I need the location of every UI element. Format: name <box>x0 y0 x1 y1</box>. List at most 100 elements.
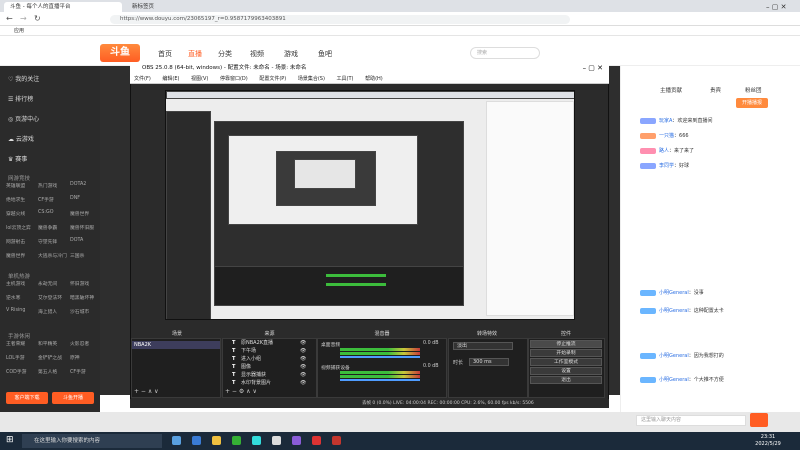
source-item[interactable]: T 显示器捕获 👁 <box>232 371 306 379</box>
sidebar-category-link[interactable]: CF手游 <box>38 196 54 203</box>
source-item[interactable]: T 水印背景图片 👁 <box>232 379 306 387</box>
sidebar-item-cloudgame[interactable]: ☁ 云游戏 <box>8 134 34 143</box>
site-search-input[interactable]: 搜索 <box>470 47 540 59</box>
window-controls[interactable]: – ▢ ✕ <box>760 2 800 12</box>
sidebar-category-link[interactable]: 三国杀 <box>70 252 84 259</box>
back-icon[interactable]: ← <box>6 14 13 23</box>
settings-button[interactable]: 设置 <box>530 367 602 375</box>
chat-username[interactable]: 路人 <box>659 148 669 154</box>
sidebar-category-link[interactable]: 守望先锋 <box>38 238 57 245</box>
visibility-icon[interactable]: 👁 <box>300 339 306 347</box>
obs-window-controls[interactable]: – ▢ ✕ <box>583 62 603 74</box>
address-bar[interactable]: https://www.douyu.com/23065197_r=0.95871… <box>110 14 570 24</box>
chat-username[interactable]: 小明General <box>659 308 689 314</box>
obs-menu-scene-collection[interactable]: 场景集合(S) <box>298 76 325 82</box>
app2-icon[interactable] <box>332 436 341 445</box>
sidebar-category-link[interactable]: 火影忍者 <box>70 340 89 347</box>
exit-button[interactable]: 退出 <box>530 376 602 384</box>
tab-contribution[interactable]: 主播贡献 <box>660 86 682 94</box>
source-item[interactable]: T 原NBA2K直播 👁 <box>232 339 306 347</box>
sidebar-category-link[interactable]: 绝地求生 <box>6 196 25 203</box>
sidebar-item-webgames[interactable]: ◎ 页游中心 <box>8 114 39 123</box>
obs-menu-docks[interactable]: 停靠窗口(D) <box>220 76 248 82</box>
sidebar-category-link[interactable]: 大逃杀与冷门 <box>38 252 67 259</box>
sidebar-category-link[interactable]: 艾尔登法环 <box>38 294 62 301</box>
sidebar-category-link[interactable]: lol云顶之弈 <box>6 224 31 231</box>
obs-menu-tools[interactable]: 工具(T) <box>337 76 354 82</box>
obs-menu-edit[interactable]: 编辑(E) <box>162 76 179 82</box>
chat-input[interactable]: 这里输入聊天内容 <box>636 415 746 426</box>
nav-yuba[interactable]: 鱼吧 <box>318 49 332 59</box>
nav-games[interactable]: 游戏 <box>284 49 298 59</box>
sidebar-category-link[interactable]: 怀旧游戏 <box>70 280 89 287</box>
sidebar-category-link[interactable]: 沙石城市 <box>70 308 89 315</box>
volume-slider-capture[interactable] <box>340 379 420 381</box>
start-stream-button[interactable]: 斗鱼开播 <box>52 392 94 404</box>
sidebar-category-link[interactable]: DNF <box>70 196 80 201</box>
sidebar-category-link[interactable]: 金铲铲之战 <box>38 354 62 361</box>
visibility-icon[interactable]: 👁 <box>300 379 306 387</box>
file-explorer-icon[interactable] <box>212 436 221 445</box>
chat-username[interactable]: 小明General <box>659 290 689 296</box>
chat-username[interactable]: 玩家A <box>659 118 672 124</box>
sidebar-category-link[interactable]: CF手游 <box>70 368 86 375</box>
sidebar-category-link[interactable]: V Rising <box>6 308 25 313</box>
send-button[interactable] <box>750 413 768 427</box>
sidebar-category-link[interactable]: 主机游戏 <box>6 280 25 287</box>
douyu-logo[interactable]: 斗鱼 <box>100 44 140 62</box>
chat-username[interactable]: 小明General <box>659 353 689 359</box>
sidebar-category-link[interactable]: 穿越火线 <box>6 210 25 217</box>
chat-username[interactable]: 一只猫 <box>659 133 674 139</box>
sidebar-category-link[interactable]: 暗黑破坏神 <box>70 294 94 301</box>
sidebar-item-events[interactable]: ♛ 赛事 <box>8 154 27 163</box>
edge-icon[interactable] <box>192 436 201 445</box>
sidebar-category-link[interactable]: 魔兽世界 <box>6 252 25 259</box>
start-recording-button[interactable]: 开始录制 <box>530 349 602 357</box>
scene-toolbar[interactable]: + − ∧ ∨ <box>134 388 159 395</box>
taskbar-search[interactable]: 在这里输入你要搜索的内容 <box>22 434 162 448</box>
tab-vip[interactable]: 贵宾 <box>710 86 721 94</box>
visibility-icon[interactable]: 👁 <box>300 347 306 355</box>
sidebar-category-link[interactable]: 海上猎人 <box>38 308 57 315</box>
visibility-icon[interactable]: 👁 <box>300 363 306 371</box>
sidebar-category-link[interactable]: DOTA <box>70 238 83 243</box>
sidebar-category-link[interactable]: 和平精英 <box>38 340 57 347</box>
bookmark-apps[interactable]: 应用 <box>14 28 24 34</box>
nav-category[interactable]: 分类 <box>218 49 232 59</box>
client-download-button[interactable]: 客户端下载 <box>6 392 48 404</box>
sidebar-item-rank[interactable]: ☰ 排行榜 <box>8 94 33 103</box>
chrome-icon[interactable] <box>252 436 261 445</box>
source-toolbar[interactable]: + − ⚙ ∧ ∨ <box>225 388 257 395</box>
sidebar-item-follow[interactable]: ♡ 我的关注 <box>8 74 39 83</box>
taskbar-clock[interactable]: 23:31 2022/5/29 <box>748 434 788 448</box>
sidebar-category-link[interactable]: DOTA2 <box>70 182 86 187</box>
nav-live[interactable]: 直播 <box>188 49 202 59</box>
visibility-icon[interactable]: 👁 <box>300 371 306 379</box>
obs-menu-profile[interactable]: 配置文件(P) <box>259 76 286 82</box>
studio-mode-button[interactable]: 工作室模式 <box>530 358 602 366</box>
broadcast-banner[interactable]: 开播播报 <box>736 98 768 108</box>
volume-slider-desktop[interactable] <box>340 356 420 358</box>
sidebar-category-link[interactable]: LOL手游 <box>6 354 25 361</box>
tab-fans[interactable]: 粉丝团 <box>745 86 762 94</box>
scene-item[interactable]: NBA2K <box>132 341 220 349</box>
obs-preview[interactable] <box>165 90 575 320</box>
forward-icon[interactable]: → <box>20 14 27 23</box>
chat-username[interactable]: 小明General <box>659 377 689 383</box>
sidebar-category-link[interactable]: 原神 <box>70 354 80 361</box>
nav-home[interactable]: 首页 <box>158 49 172 59</box>
sidebar-category-link[interactable]: 英雄联盟 <box>6 182 25 189</box>
chat-username[interactable]: 李同学 <box>659 163 674 169</box>
duration-input[interactable]: 300 ms <box>469 358 509 366</box>
reload-icon[interactable]: ↻ <box>34 14 41 23</box>
windows-start-icon[interactable]: ⊞ <box>6 435 14 445</box>
sidebar-category-link[interactable]: 永劫无间 <box>38 280 57 287</box>
sidebar-category-link[interactable]: 王者荣耀 <box>6 340 25 347</box>
source-item[interactable]: T 图像 👁 <box>232 363 306 371</box>
source-item[interactable]: T 下午场 👁 <box>232 347 306 355</box>
task-view-icon[interactable] <box>172 436 181 445</box>
sidebar-category-link[interactable]: 逆水寒 <box>6 294 20 301</box>
sidebar-category-link[interactable]: COD手游 <box>6 368 26 375</box>
sidebar-category-link[interactable]: 魔兽世界 <box>70 210 89 217</box>
transition-select[interactable]: 淡出 <box>453 342 513 350</box>
